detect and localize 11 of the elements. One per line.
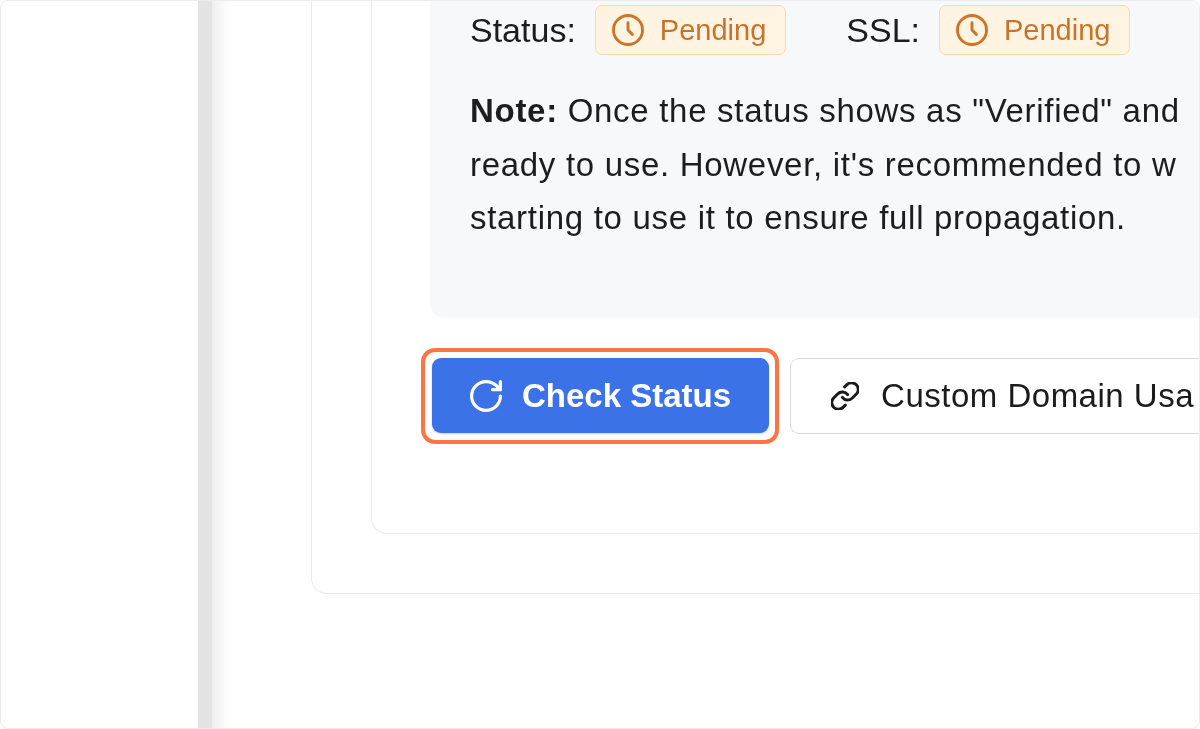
refresh-icon: [470, 379, 502, 412]
note-text: Note: Once the status shows as "Verified" and ready to use. However, it's recommended to w starting to use it to ensure full propagation.: [470, 91, 1181, 238]
status-label: SSL:: [846, 10, 920, 50]
status-value: Pending: [1004, 13, 1111, 47]
status-label: Status:: [470, 10, 576, 50]
primary-button[interactable]: Check Status: [432, 358, 770, 433]
clock-icon: [956, 14, 988, 46]
status-value: Pending: [659, 13, 767, 47]
clock-icon: [611, 14, 644, 46]
link-icon: [831, 381, 860, 410]
secondary-button[interactable]: Custom Domain Usa: [790, 357, 1199, 434]
